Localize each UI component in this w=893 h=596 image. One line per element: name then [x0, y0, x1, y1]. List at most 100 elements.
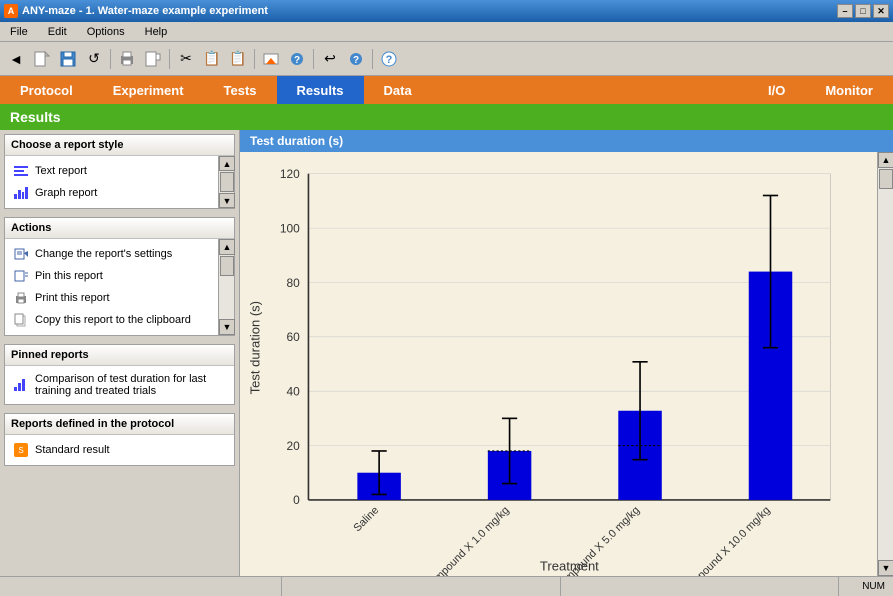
protocol-reports-section: Reports defined in the protocol S Standa… [4, 413, 235, 466]
window-controls[interactable]: – □ ✕ [837, 4, 889, 18]
protocol-reports-header: Reports defined in the protocol [5, 414, 234, 435]
graph-report-label: Graph report [35, 187, 97, 199]
pin-icon [13, 268, 29, 284]
close-button[interactable]: ✕ [873, 4, 889, 18]
svg-text:100: 100 [280, 221, 300, 235]
chart-area: 0 20 40 60 80 100 [240, 152, 877, 576]
nav-tab-monitor[interactable]: Monitor [805, 76, 893, 104]
copy-report-item[interactable]: Copy this report to the clipboard [9, 309, 216, 331]
toolbar-btn1[interactable] [259, 47, 283, 71]
status-num: NUM [862, 581, 885, 592]
actions-content: Change the report's settings Pin this re… [5, 239, 234, 335]
toolbar-redo[interactable]: ↩ [318, 47, 342, 71]
toolbar-save[interactable] [56, 47, 80, 71]
svg-text:Test duration (s): Test duration (s) [248, 301, 263, 394]
toolbar-undo[interactable]: ↺ [82, 47, 106, 71]
actions-scroll-down[interactable]: ▼ [219, 319, 235, 335]
scroll-track [219, 171, 234, 193]
nav-tab-data[interactable]: Data [364, 76, 432, 104]
standard-result-item[interactable]: S Standard result [9, 439, 230, 461]
svg-text:60: 60 [286, 330, 300, 344]
scroll-thumb[interactable] [220, 172, 234, 192]
toolbar-paste[interactable]: 📋 [226, 47, 250, 71]
pinned-reports-section: Pinned reports Comparison of test durati… [4, 344, 235, 405]
right-panel: Test duration (s) 0 20 [240, 130, 893, 576]
scroll-up[interactable]: ▲ [219, 156, 235, 171]
change-settings-item[interactable]: Change the report's settings [9, 243, 216, 265]
nav-tab-right: I/O Monitor [748, 76, 893, 104]
chart-scroll-down[interactable]: ▼ [878, 560, 893, 576]
toolbar-btn2[interactable]: ? [285, 47, 309, 71]
toolbar: ◄ ↺ ✂ 📋 📋 ? ↩ ? ? [0, 42, 893, 76]
toolbar-print[interactable] [115, 47, 139, 71]
toolbar-preview[interactable] [141, 47, 165, 71]
choose-report-scrollbar[interactable]: ▲ ▼ [218, 156, 234, 208]
title-bar: A ANY-maze - 1. Water-maze example exper… [0, 0, 893, 22]
chart-scrollbar[interactable]: ▲ ▼ [877, 152, 893, 576]
window-title: ANY-maze - 1. Water-maze example experim… [22, 5, 268, 17]
pin-report-label: Pin this report [35, 270, 103, 282]
text-report-label: Text report [35, 165, 87, 177]
nav-tab-results[interactable]: Results [277, 76, 364, 104]
nav-tab-experiment[interactable]: Experiment [93, 76, 204, 104]
graph-report-icon [13, 185, 29, 201]
change-settings-label: Change the report's settings [35, 248, 172, 260]
main-content: Choose a report style Text report [0, 130, 893, 576]
menu-bar: File Edit Options Help [0, 22, 893, 42]
print-report-label: Print this report [35, 292, 110, 304]
status-bar: NUM [0, 576, 893, 596]
text-report-item[interactable]: Text report [9, 160, 216, 182]
nav-bar: Protocol Experiment Tests Results Data I… [0, 76, 893, 104]
toolbar-separator-5 [372, 49, 373, 69]
chart-scroll-thumb[interactable] [879, 169, 893, 189]
actions-scroll-up[interactable]: ▲ [219, 239, 235, 255]
app-icon: A [4, 4, 18, 18]
graph-report-item[interactable]: Graph report [9, 182, 216, 204]
results-header: Results [0, 104, 893, 130]
svg-text:?: ? [386, 54, 393, 66]
menu-file[interactable]: File [4, 24, 34, 40]
pinned-reports-header: Pinned reports [5, 345, 234, 366]
nav-tab-tests[interactable]: Tests [204, 76, 277, 104]
chart-svg: 0 20 40 60 80 100 [240, 152, 877, 576]
maximize-button[interactable]: □ [855, 4, 871, 18]
menu-options[interactable]: Options [81, 24, 131, 40]
pin-report-item[interactable]: Pin this report [9, 265, 216, 287]
toolbar-help[interactable]: ? [377, 47, 401, 71]
copy-report-label: Copy this report to the clipboard [35, 314, 191, 326]
actions-header: Actions [5, 218, 234, 239]
menu-help[interactable]: Help [139, 24, 174, 40]
toolbar-btn3[interactable]: ? [344, 47, 368, 71]
svg-text:20: 20 [286, 439, 300, 453]
nav-tab-io[interactable]: I/O [748, 76, 805, 104]
choose-report-header: Choose a report style [5, 135, 234, 156]
minimize-button[interactable]: – [837, 4, 853, 18]
settings-icon [13, 246, 29, 262]
svg-text:0: 0 [293, 493, 300, 507]
print-icon [13, 290, 29, 306]
chart-scroll-up[interactable]: ▲ [878, 152, 893, 168]
toolbar-cut[interactable]: ✂ [174, 47, 198, 71]
svg-text:80: 80 [286, 276, 300, 290]
toolbar-new[interactable] [30, 47, 54, 71]
svg-text:?: ? [353, 55, 359, 66]
toolbar-separator-1 [110, 49, 111, 69]
print-report-item[interactable]: Print this report [9, 287, 216, 309]
toolbar-copy[interactable]: 📋 [200, 47, 224, 71]
nav-tab-protocol[interactable]: Protocol [0, 76, 93, 104]
actions-scroll-track [219, 255, 234, 319]
toolbar-separator-2 [169, 49, 170, 69]
actions-scrollbar[interactable]: ▲ ▼ [218, 239, 234, 335]
status-pane-2 [282, 577, 560, 596]
svg-text:120: 120 [280, 167, 300, 181]
standard-result-label: Standard result [35, 444, 110, 456]
standard-result-icon: S [13, 442, 29, 458]
scroll-down[interactable]: ▼ [219, 193, 235, 208]
pinned-report-item[interactable]: Comparison of test duration for last tra… [9, 370, 230, 400]
svg-text:40: 40 [286, 385, 300, 399]
toolbar-separator-4 [313, 49, 314, 69]
toolbar-back[interactable]: ◄ [4, 47, 28, 71]
menu-edit[interactable]: Edit [42, 24, 73, 40]
actions-scroll-thumb[interactable] [220, 256, 234, 276]
chart-scroll-track [878, 168, 893, 560]
